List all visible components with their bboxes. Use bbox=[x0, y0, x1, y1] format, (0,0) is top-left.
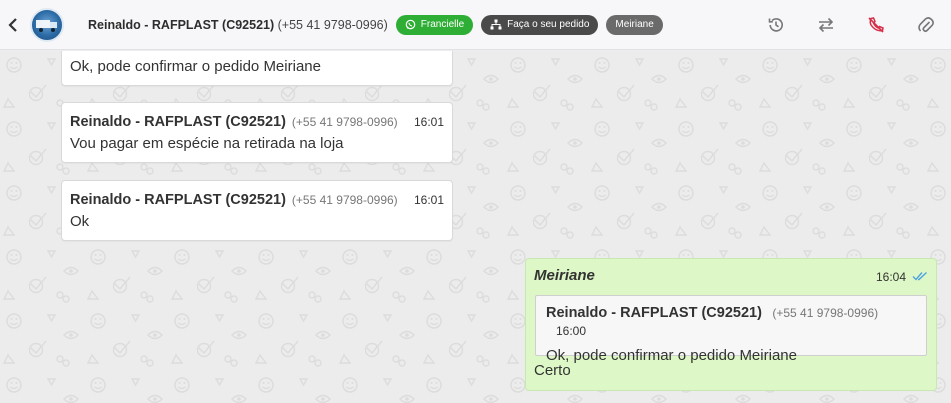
end-call-icon bbox=[868, 17, 884, 33]
sitemap-icon bbox=[490, 19, 502, 30]
chat-area[interactable]: Ok, pode confirmar o pedido Meiriane Rei… bbox=[0, 51, 951, 403]
message-header: Reinaldo - RAFPLAST (C92521) (+55 41 979… bbox=[70, 192, 444, 208]
message-text: Vou pagar em espécie na retirada na loja bbox=[70, 135, 344, 152]
message-text: Certo bbox=[534, 362, 571, 379]
tag-label: Francielle bbox=[420, 19, 465, 30]
outgoing-message-bubble[interactable]: Meiriane 16:04 Reinaldo - RAFPLAST (C925… bbox=[525, 258, 937, 391]
message-header: Reinaldo - RAFPLAST (C92521) (+55 41 979… bbox=[70, 114, 444, 130]
history-icon bbox=[768, 18, 783, 32]
message-sender: Reinaldo - RAFPLAST (C92521) bbox=[70, 192, 286, 208]
back-button[interactable] bbox=[0, 0, 26, 50]
whatsapp-icon bbox=[405, 19, 416, 30]
contact-name: Reinaldo - RAFPLAST (C92521) bbox=[88, 17, 275, 32]
message-time: 16:04 bbox=[875, 270, 906, 284]
truck-icon bbox=[36, 19, 57, 32]
message-time: 16:01 bbox=[413, 115, 444, 129]
avatar[interactable] bbox=[30, 7, 64, 42]
history-button[interactable] bbox=[751, 0, 801, 50]
contact-info[interactable]: Reinaldo - RAFPLAST (C92521) (+55 41 979… bbox=[88, 18, 388, 32]
message-bubble[interactable]: Reinaldo - RAFPLAST (C92521) (+55 41 979… bbox=[61, 180, 453, 241]
double-check-icon bbox=[912, 271, 927, 281]
tag-label: Faça o seu pedido bbox=[507, 19, 590, 30]
message-author: Meiriane bbox=[534, 267, 595, 284]
transfer-icon bbox=[818, 17, 834, 33]
quoted-sender: Reinaldo - RAFPLAST (C92521) bbox=[546, 305, 762, 321]
message-bubble[interactable]: Ok, pode confirmar o pedido Meiriane bbox=[61, 51, 453, 86]
tag-francielle[interactable]: Francielle bbox=[395, 14, 474, 35]
quoted-header: Reinaldo - RAFPLAST (C92521) (+55 41 979… bbox=[546, 304, 917, 340]
chevron-left-icon bbox=[8, 17, 17, 32]
message-sender-phone: (+55 41 9798-0996) bbox=[291, 193, 398, 207]
transfer-button[interactable] bbox=[801, 0, 851, 50]
message-sender: Reinaldo - RAFPLAST (C92521) bbox=[70, 114, 286, 130]
contact-phone: (+55 41 9798-0996) bbox=[277, 17, 388, 32]
message-text: Ok, pode confirmar o pedido Meiriane bbox=[70, 58, 321, 75]
end-call-button[interactable] bbox=[851, 0, 901, 50]
attach-icon bbox=[918, 17, 934, 33]
message-bubble[interactable]: Reinaldo - RAFPLAST (C92521) (+55 41 979… bbox=[61, 102, 453, 163]
message-text: Ok bbox=[70, 213, 90, 230]
quoted-sender-phone: (+55 41 9798-0996) bbox=[772, 306, 879, 320]
chat-header: Reinaldo - RAFPLAST (C92521) (+55 41 979… bbox=[0, 0, 951, 50]
tag-faca-seu-pedido[interactable]: Faça o seu pedido bbox=[481, 14, 599, 35]
quoted-time: 16:00 bbox=[556, 324, 587, 338]
tag-meiriane[interactable]: Meiriane bbox=[606, 14, 663, 35]
message-sender-phone: (+55 41 9798-0996) bbox=[291, 115, 398, 129]
header-actions bbox=[751, 0, 951, 50]
attach-button[interactable] bbox=[901, 0, 951, 50]
quoted-message[interactable]: Reinaldo - RAFPLAST (C92521) (+55 41 979… bbox=[535, 295, 927, 364]
message-time: 16:01 bbox=[413, 193, 444, 207]
quoted-text: Ok, pode confirmar o pedido Meiriane bbox=[546, 347, 797, 364]
tag-label: Meiriane bbox=[615, 19, 654, 30]
